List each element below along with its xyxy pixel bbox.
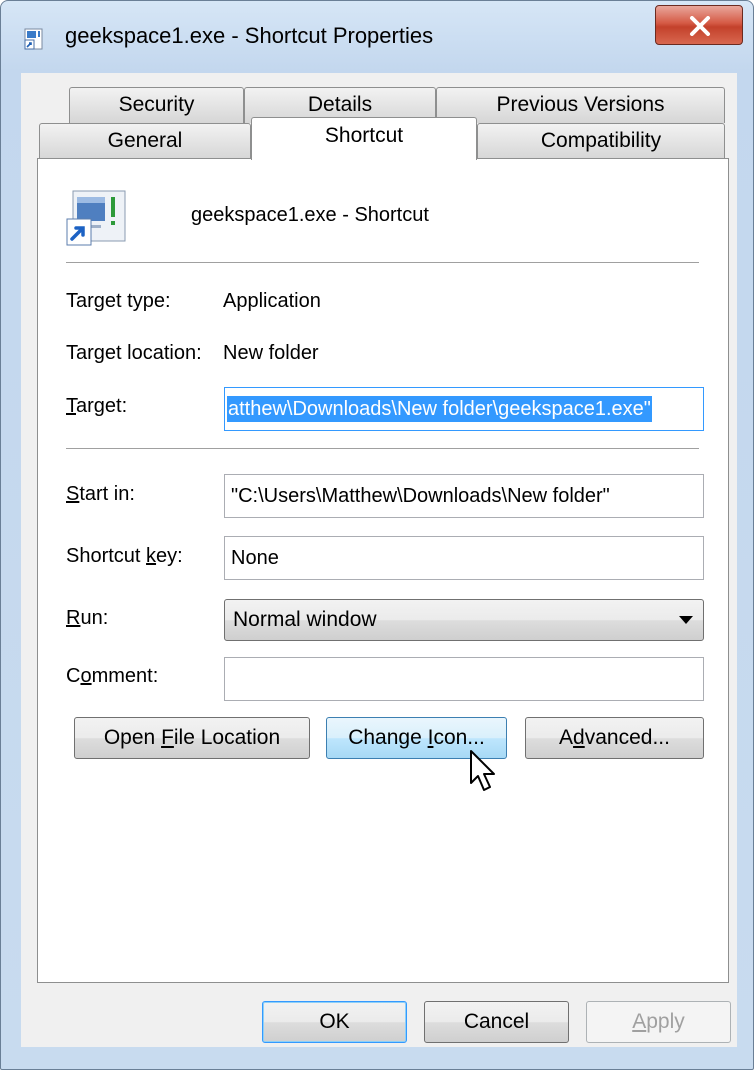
shortcut-file-icon [66,190,126,246]
run-dropdown-value: Normal window [233,608,377,631]
apply-button[interactable]: Apply [586,1001,731,1043]
cancel-button[interactable]: Cancel [424,1001,569,1043]
close-button[interactable] [655,5,743,45]
properties-window: geekspace1.exe - Shortcut Properties Sec… [0,0,754,1070]
comment-field[interactable] [224,657,704,701]
chevron-down-icon [679,616,693,624]
run-dropdown[interactable]: Normal window [224,599,704,641]
shortcut-app-icon [24,28,43,50]
tab-compatibility[interactable]: Compatibility [477,123,725,159]
target-location-label: Target location: [66,342,202,364]
title-bar[interactable]: geekspace1.exe - Shortcut Properties [1,1,753,73]
start-in-field[interactable]: "C:\Users\Matthew\Downloads\New folder" [224,474,704,518]
tab-security[interactable]: Security [69,87,244,123]
target-type-label: Target type: [66,290,171,312]
comment-label: Comment: [66,665,159,687]
separator-middle [66,448,699,450]
open-file-location-button[interactable]: Open File Location [74,717,310,759]
ok-button[interactable]: OK [262,1001,407,1043]
window-title: geekspace1.exe - Shortcut Properties [65,23,434,48]
tab-previous-versions[interactable]: Previous Versions [436,87,725,123]
tab-general[interactable]: General [39,123,251,159]
target-label: Target: [66,395,128,417]
shortcut-key-field[interactable]: None [224,536,704,580]
shortcut-key-label: Shortcut key: [66,545,183,567]
run-label: Run: [66,607,109,629]
target-field[interactable]: atthew\Downloads\New folder\geekspace1.e… [224,387,704,431]
target-value-selected: atthew\Downloads\New folder\geekspace1.e… [227,396,652,422]
target-type-value: Application [223,290,321,312]
separator-top [66,262,699,264]
tab-shortcut[interactable]: Shortcut [251,117,477,160]
start-in-label: Start in: [66,483,135,505]
shortcut-name: geekspace1.exe - Shortcut [191,204,429,226]
advanced-button[interactable]: Advanced... [525,717,704,759]
close-icon [690,16,710,36]
mouse-cursor-icon [470,750,495,791]
target-location-value: New folder [223,342,319,364]
